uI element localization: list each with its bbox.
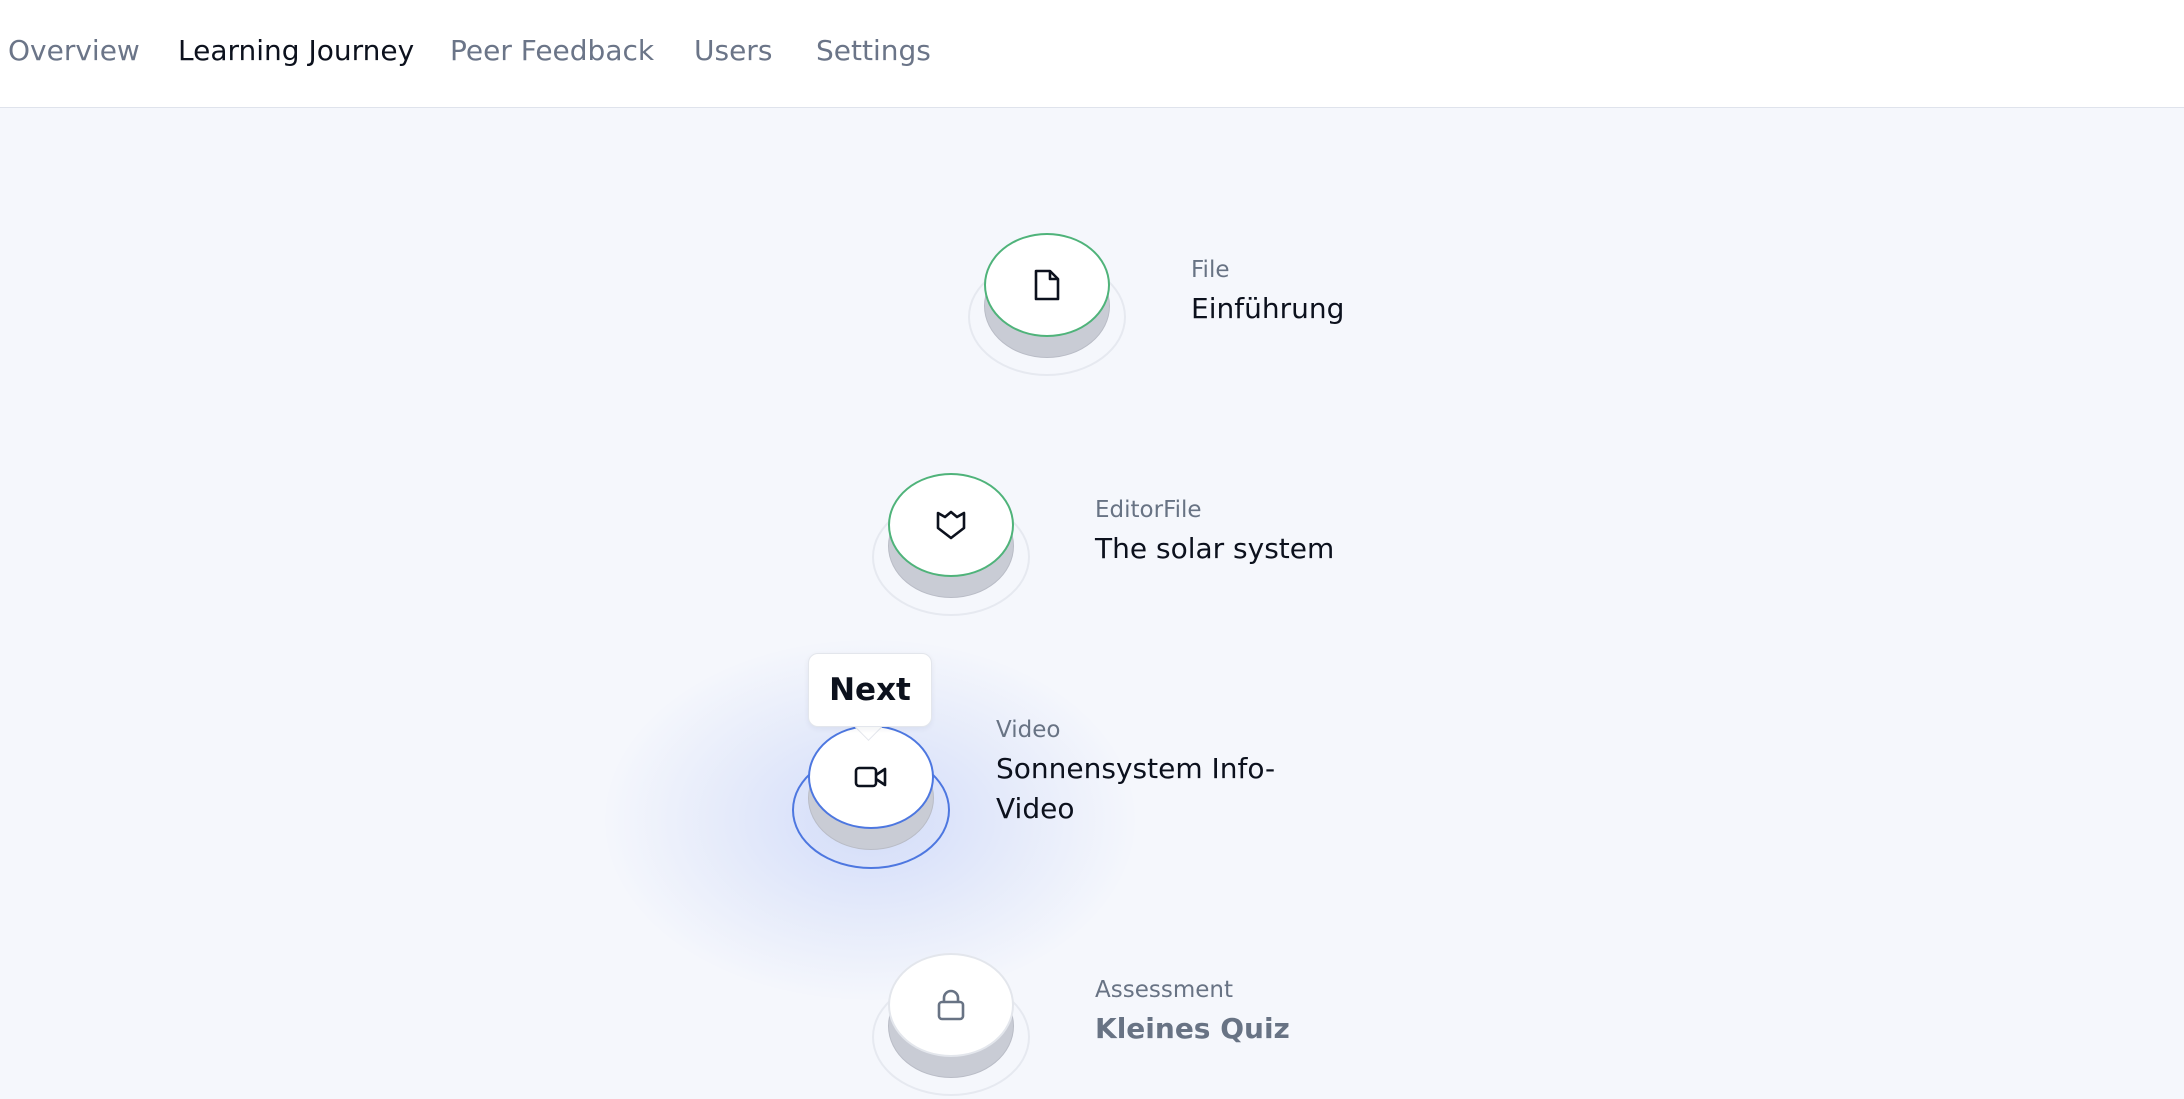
next-tooltip-label: Next bbox=[829, 672, 911, 708]
step-type-label: Video bbox=[996, 717, 1061, 743]
step-title[interactable]: Einführung bbox=[1191, 289, 1551, 329]
step-node-button[interactable] bbox=[888, 953, 1014, 1057]
step-title[interactable]: Kleines Quiz bbox=[1095, 1009, 1475, 1049]
top-navigation: Overview Learning Journey Peer Feedback … bbox=[0, 0, 2184, 108]
step-type-label: EditorFile bbox=[1095, 497, 1202, 523]
step-type-label: Assessment bbox=[1095, 977, 1233, 1003]
step-node-button[interactable] bbox=[808, 725, 934, 829]
tab-learning-journey[interactable]: Learning Journey bbox=[178, 34, 414, 68]
step-title[interactable]: Sonnensystem Info-Video bbox=[996, 749, 1286, 829]
tab-users[interactable]: Users bbox=[694, 34, 772, 68]
tab-peer-feedback[interactable]: Peer Feedback bbox=[450, 34, 654, 68]
next-tooltip: Next bbox=[808, 653, 932, 727]
file-icon bbox=[1032, 268, 1062, 302]
tab-settings[interactable]: Settings bbox=[816, 34, 931, 68]
step-node-button[interactable] bbox=[984, 233, 1110, 337]
tab-overview[interactable]: Overview bbox=[8, 34, 140, 68]
video-camera-icon bbox=[854, 765, 888, 789]
lock-icon bbox=[936, 988, 966, 1022]
step-title[interactable]: The solar system bbox=[1095, 529, 1475, 569]
step-type-label: File bbox=[1191, 257, 1230, 283]
step-node-button[interactable] bbox=[888, 473, 1014, 577]
shield-icon bbox=[934, 508, 968, 542]
